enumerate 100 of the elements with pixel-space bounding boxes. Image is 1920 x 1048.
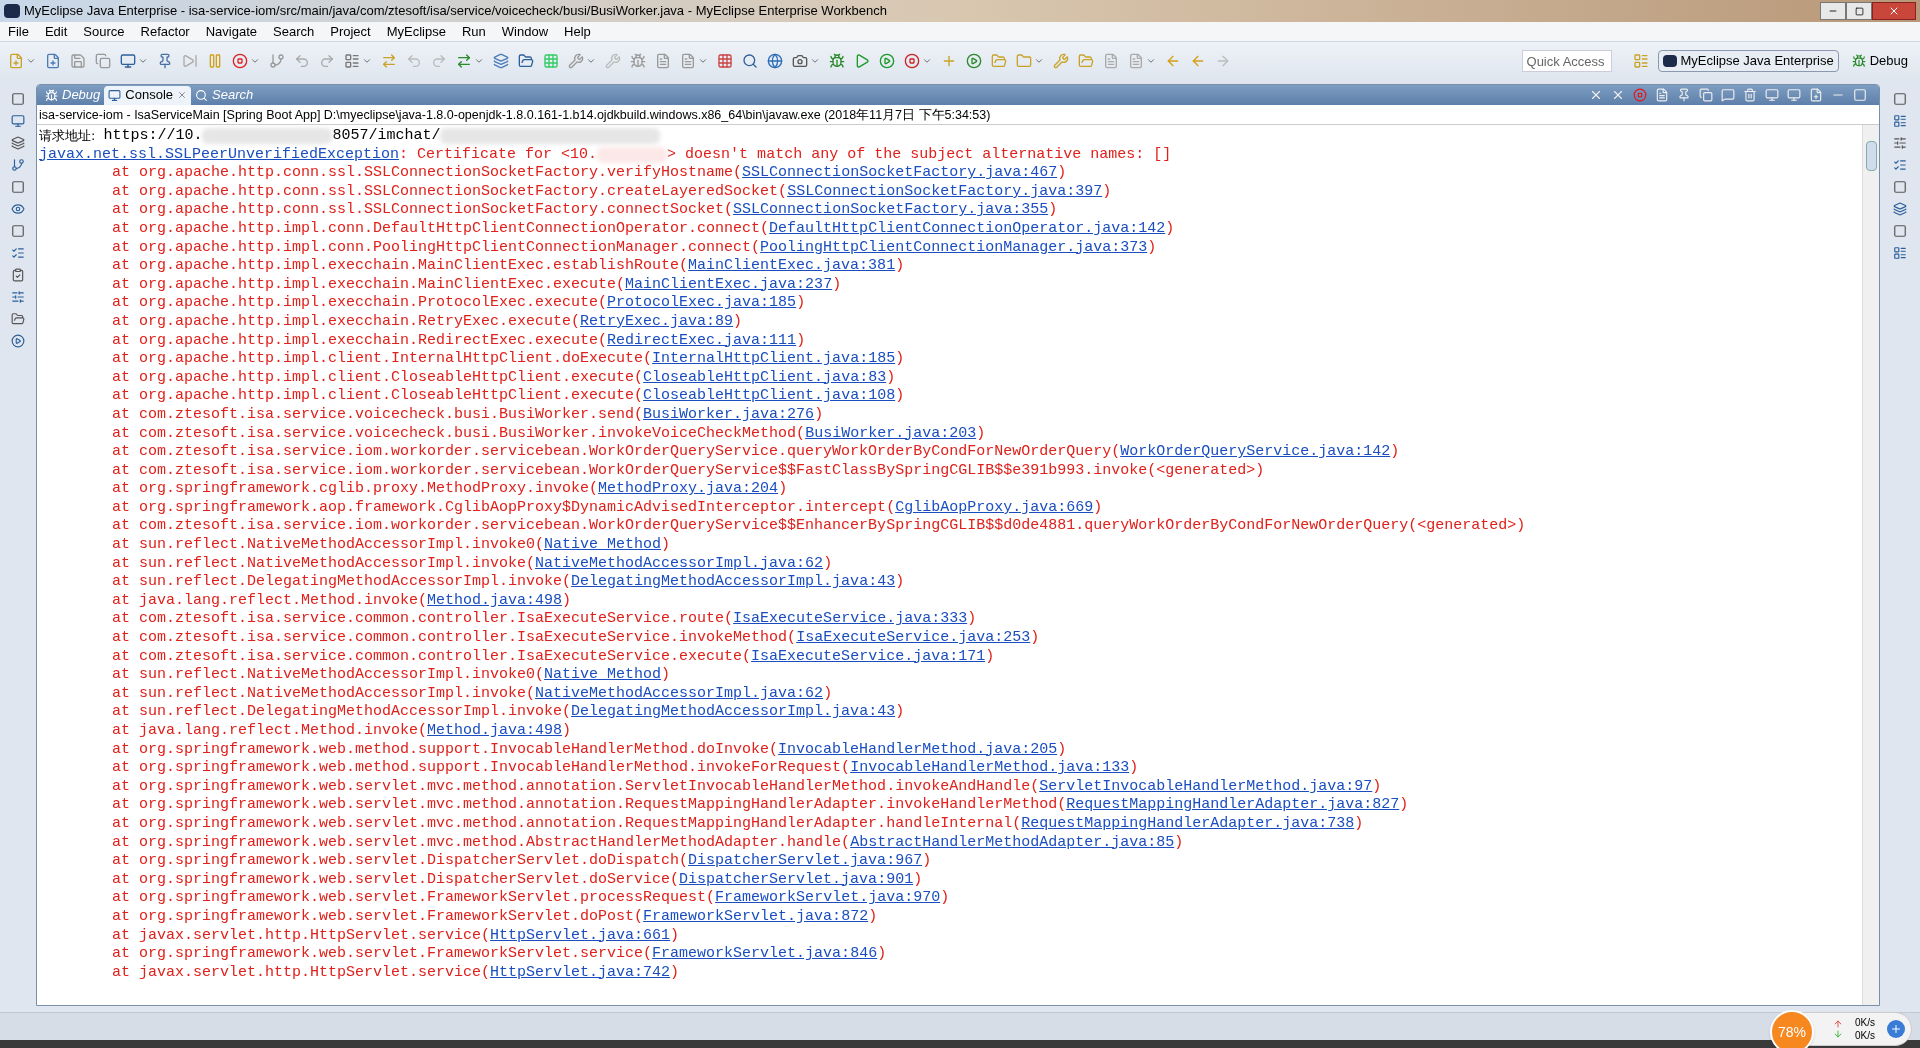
save-icon[interactable] <box>70 53 86 69</box>
tree-icon[interactable] <box>11 158 25 172</box>
source-link[interactable]: Native Method <box>544 666 662 685</box>
menu-item[interactable]: Navigate <box>197 21 265 42</box>
dropdown-caret-icon[interactable] <box>810 56 820 66</box>
file-icon[interactable] <box>1128 53 1144 69</box>
bug-icon[interactable] <box>829 53 845 69</box>
add-icon[interactable] <box>941 53 957 69</box>
source-link[interactable]: DelegatingMethodAccessorImpl.java:43 <box>571 703 896 722</box>
dropdown-caret-icon[interactable] <box>250 56 260 66</box>
dropdown-caret-icon[interactable] <box>474 56 484 66</box>
sliders-icon[interactable] <box>11 290 25 304</box>
file-icon[interactable] <box>1103 53 1119 69</box>
source-link[interactable]: ProtocolExec.java:185 <box>607 294 797 313</box>
source-link[interactable]: MainClientExec.java:237 <box>625 275 833 295</box>
run-icon[interactable] <box>854 53 870 69</box>
globe-icon[interactable] <box>767 53 783 69</box>
grid-icon[interactable] <box>543 53 559 69</box>
source-link[interactable]: CloseableHttpClient.java:108 <box>643 387 896 406</box>
source-link[interactable]: DefaultHttpClientConnectionOperator.java:142 <box>769 219 1166 239</box>
layers-icon[interactable] <box>493 53 509 69</box>
source-link[interactable]: FrameworkServlet.java:872 <box>643 907 869 927</box>
view-tab[interactable]: Console <box>104 85 191 105</box>
source-link[interactable]: InvocableHandlerMethod.java:133 <box>850 759 1130 778</box>
stop-icon[interactable] <box>232 53 248 69</box>
folder-icon[interactable] <box>11 312 25 326</box>
menu-item[interactable]: MyEclipse <box>378 21 454 42</box>
back-icon[interactable] <box>1190 53 1206 69</box>
source-link[interactable]: RetryExec.java:89 <box>580 312 734 332</box>
file-icon[interactable] <box>680 53 696 69</box>
source-link[interactable]: HttpServlet.java:661 <box>490 926 671 946</box>
dropdown-caret-icon[interactable] <box>922 56 932 66</box>
arrows-icon[interactable] <box>456 53 472 69</box>
menu-item[interactable]: Edit <box>36 21 76 42</box>
source-link[interactable]: Native Method <box>544 536 662 555</box>
menu-item[interactable]: Source <box>75 21 133 42</box>
vertical-scrollbar[interactable] <box>1862 125 1879 1005</box>
dropdown-caret-icon[interactable] <box>138 56 148 66</box>
source-link[interactable]: RedirectExec.java:111 <box>607 331 797 351</box>
undo-icon[interactable] <box>294 53 310 69</box>
dropdown-caret-icon[interactable] <box>26 56 36 66</box>
source-link[interactable]: RequestMappingHandlerAdapter.java:738 <box>1021 814 1355 834</box>
forward-icon[interactable] <box>1215 53 1231 69</box>
remove-all-icon[interactable] <box>1611 88 1625 102</box>
back-icon[interactable] <box>1165 53 1181 69</box>
layers-icon[interactable] <box>1893 202 1907 216</box>
minimize-button[interactable] <box>1820 2 1846 20</box>
resume-icon[interactable] <box>182 53 198 69</box>
source-link[interactable]: FrameworkServlet.java:846 <box>652 945 878 964</box>
monitor-icon[interactable] <box>11 114 25 128</box>
maximize-icon[interactable] <box>1853 88 1867 102</box>
source-link[interactable]: BusiWorker.java:203 <box>805 424 977 444</box>
source-link[interactable]: DispatcherServlet.java:967 <box>688 852 923 871</box>
display-console-icon[interactable] <box>1787 88 1801 102</box>
source-link[interactable]: ServletInvocableHandlerMethod.java:97 <box>1039 777 1373 797</box>
perspective-button[interactable]: MyEclipse Java Enterprise <box>1657 50 1839 72</box>
search-icon[interactable] <box>742 53 758 69</box>
exception-link[interactable]: javax.net.ssl.SSLPeerUnverifiedException <box>39 145 400 165</box>
source-link[interactable]: InternalHttpClient.java:185 <box>652 350 896 369</box>
source-link[interactable]: MainClientExec.java:381 <box>688 257 896 276</box>
dropdown-caret-icon[interactable] <box>1146 56 1156 66</box>
bug-icon[interactable] <box>630 53 646 69</box>
redo-icon[interactable] <box>431 53 447 69</box>
monitor-icon[interactable] <box>120 53 136 69</box>
menu-item[interactable]: Project <box>322 21 379 42</box>
perspective-button[interactable]: Debug <box>1847 50 1912 72</box>
new-console-icon[interactable] <box>1809 88 1823 102</box>
branch-icon[interactable] <box>269 53 285 69</box>
scrollbar-thumb[interactable] <box>1865 141 1877 171</box>
run-icon[interactable] <box>879 53 895 69</box>
sliders-icon[interactable] <box>1893 136 1907 150</box>
restore-icon[interactable] <box>11 92 25 106</box>
source-link[interactable]: SSLConnectionSocketFactory.java:397 <box>787 182 1103 202</box>
restore-icon[interactable] <box>11 180 25 194</box>
restore-icon[interactable] <box>1893 180 1907 194</box>
dropdown-caret-icon[interactable] <box>362 56 372 66</box>
menu-item[interactable]: Run <box>453 21 494 42</box>
source-link[interactable]: BusiWorker.java:276 <box>643 405 815 425</box>
menu-item[interactable]: Window <box>493 21 557 42</box>
new-file-icon[interactable] <box>45 53 61 69</box>
camera-icon[interactable] <box>792 53 808 69</box>
source-link[interactable]: MethodProxy.java:204 <box>598 480 779 499</box>
pause-icon[interactable] <box>207 53 223 69</box>
list-icon[interactable] <box>344 53 360 69</box>
checklist-icon[interactable] <box>11 246 25 260</box>
source-link[interactable]: NativeMethodAccessorImpl.java:62 <box>535 554 824 574</box>
source-link[interactable]: RequestMappingHandlerAdapter.java:827 <box>1066 796 1400 815</box>
menu-item[interactable]: Help <box>556 21 599 42</box>
play-icon[interactable] <box>11 334 25 348</box>
add-button[interactable] <box>1887 1020 1905 1038</box>
source-link[interactable]: FrameworkServlet.java:970 <box>715 889 941 908</box>
clipboard-icon[interactable] <box>11 268 25 282</box>
eye-icon[interactable] <box>11 202 25 216</box>
source-link[interactable]: CloseableHttpClient.java:83 <box>643 368 887 388</box>
restore-icon[interactable] <box>1893 92 1907 106</box>
new-file-icon[interactable] <box>8 53 24 69</box>
arrows-icon[interactable] <box>381 53 397 69</box>
menu-item[interactable]: File <box>0 21 37 42</box>
source-link[interactable]: InvocableHandlerMethod.java:205 <box>778 740 1058 760</box>
source-link[interactable]: IsaExecuteService.java:333 <box>733 610 968 630</box>
